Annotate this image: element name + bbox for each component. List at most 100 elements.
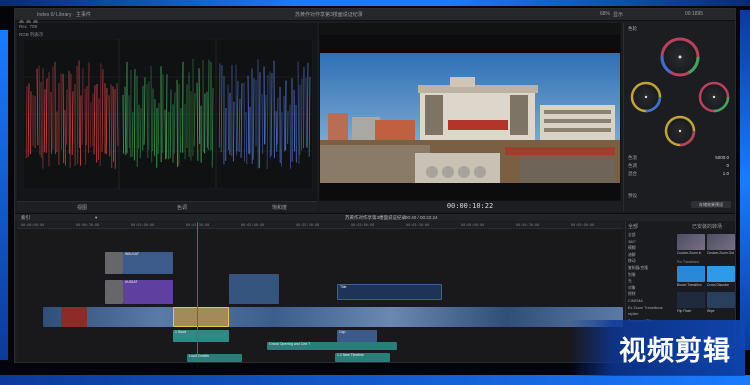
- timeline[interactable]: 00:00:00:0000:00:30:0000:01:00:0000:01:3…: [17, 222, 623, 362]
- transition-thumb[interactable]: [707, 266, 735, 282]
- color-inspector: 色轮 色温 5000.0 色调 0 混合 1.0 预设 存储效果预设: [623, 23, 735, 211]
- gap-clip[interactable]: [105, 252, 123, 274]
- audio-clip[interactable]: Grand Opening and Cntr 7: [267, 342, 397, 350]
- waveform-trace: [80, 95, 82, 166]
- scope-foot-mid: 色调: [177, 205, 188, 211]
- waveform-trace: [176, 79, 178, 168]
- clip-label: 1 Stunt: [175, 330, 187, 334]
- waveform-trace: [293, 89, 296, 152]
- browser-header-right[interactable]: 已安装的转场: [692, 223, 722, 230]
- waveform-trace: [164, 109, 167, 160]
- zoom-level[interactable]: 68%: [600, 11, 610, 17]
- audio-clip[interactable]: 1.2 New Timeline: [335, 353, 390, 362]
- category-item[interactable]: 移动: [626, 258, 676, 265]
- color-wheels[interactable]: [624, 31, 736, 151]
- thumb-label: Cross Dissolve: [707, 283, 729, 287]
- category-item[interactable]: 光: [626, 278, 676, 285]
- primary-storyline[interactable]: [43, 307, 623, 327]
- category-item[interactable]: 模糊: [626, 245, 676, 252]
- save-preset-button[interactable]: 存储效果预设: [691, 201, 731, 208]
- inspector-row-value[interactable]: 5000.0: [715, 155, 729, 160]
- audio-clip[interactable]: 1 Stunt: [173, 330, 229, 342]
- title-banner: 视频剪辑: [570, 320, 745, 376]
- midtones-wheel[interactable]: [664, 115, 696, 147]
- shadows-wheel[interactable]: [630, 81, 662, 113]
- gap-clip[interactable]: [105, 280, 123, 304]
- selected-clip[interactable]: [173, 307, 229, 327]
- ruler-mark: 00:03:30:00: [406, 223, 430, 227]
- audio-clip[interactable]: AUDIAT: [123, 280, 173, 304]
- browser-header-left[interactable]: 全部: [628, 223, 638, 230]
- frame-bottom-glow: [0, 375, 750, 385]
- video-clip[interactable]: [61, 307, 87, 327]
- transition-thumb[interactable]: [707, 234, 735, 250]
- timecode-display[interactable]: 00:00:10:22: [319, 201, 621, 211]
- waveform-trace: [154, 99, 156, 157]
- video-viewer[interactable]: 00:00:10:22: [319, 23, 621, 211]
- category-item[interactable]: 擦除: [626, 291, 676, 298]
- category-item[interactable]: 复制器/克隆: [626, 265, 676, 272]
- scope-foot-left: 视图: [77, 205, 88, 211]
- video-clip[interactable]: Cap: [337, 330, 377, 342]
- category-item[interactable]: CINEMA: [626, 298, 676, 305]
- category-item[interactable]: 全部: [626, 232, 676, 239]
- transition-thumb[interactable]: [677, 234, 705, 250]
- highlights-wheel[interactable]: [698, 81, 730, 113]
- display-menu[interactable]: 显示: [613, 11, 623, 18]
- thumb-label: Bloom Transition: [677, 283, 702, 287]
- waveform-trace: [232, 101, 235, 162]
- clip-label: Cap: [339, 330, 346, 334]
- waveform-trace: [180, 107, 182, 153]
- waveform-trace: [281, 112, 283, 167]
- inspector-row-value[interactable]: 0: [726, 163, 729, 168]
- ruler-mark: 00:05:00:00: [571, 223, 595, 227]
- clip-label: Grand Opening and Cntr 7: [269, 342, 311, 346]
- playhead[interactable]: [197, 222, 198, 362]
- title-bar: Index 0/ Library · 主事件 苏黄作对作享第3楼面说证纪录 68…: [15, 9, 735, 25]
- thumb-label: Flip Flash: [677, 309, 692, 313]
- index-button[interactable]: 索引: [21, 215, 30, 221]
- audio-clip[interactable]: Loud Credits: [187, 354, 242, 362]
- category-item[interactable]: 溶解: [626, 252, 676, 259]
- scope-header[interactable]: Rec. 709: [19, 24, 37, 29]
- category-item[interactable]: stylize: [626, 311, 676, 318]
- frame-left-glow: [0, 30, 8, 360]
- project-title: 苏黄作对作享第3楼面说证纪录: [295, 12, 363, 18]
- preset-label: 预设: [628, 193, 637, 198]
- scope-footer: 视图 色调 饱和度: [17, 201, 317, 211]
- title-clip[interactable]: Title: [337, 284, 442, 300]
- waveform-trace: [259, 72, 261, 168]
- category-item[interactable]: Ex Zoom Transitions: [626, 305, 676, 312]
- waveform-trace: [134, 69, 136, 161]
- master-wheel[interactable]: [660, 37, 700, 77]
- ruler-mark: 00:02:30:00: [296, 223, 320, 227]
- frame-right-glow: [740, 10, 750, 350]
- connected-clip[interactable]: WALKAT: [123, 252, 173, 274]
- timeline-toolbar: 索引 ▾ 苏黄作对作享第3楼面说证纪录 00:40 / 00:22:24: [15, 213, 735, 221]
- waveform-trace: [283, 96, 286, 152]
- video-clip[interactable]: [229, 274, 279, 304]
- waveform-trace: [235, 64, 237, 156]
- video-editor-window: Index 0/ Library · 主事件 苏黄作对作享第3楼面说证纪录 68…: [14, 8, 736, 363]
- ruler-mark: 00:00:00:00: [21, 223, 45, 227]
- category-item[interactable]: 对象: [626, 285, 676, 292]
- category-item[interactable]: 划像: [626, 272, 676, 279]
- banner-text: 视频剪辑: [619, 336, 731, 367]
- timeline-ruler[interactable]: 00:00:00:0000:00:30:0000:01:00:0000:01:3…: [17, 222, 623, 229]
- tools-menu[interactable]: ▾: [95, 215, 97, 221]
- ruler-mark: 00:02:00:00: [241, 223, 265, 227]
- waveform-trace: [122, 94, 124, 154]
- timeline-project-name: 苏黄作对作享第3楼面说证纪录: [345, 215, 407, 220]
- transition-thumb[interactable]: [707, 292, 735, 308]
- rgb-parade-scope: Rec. 709 RGB 列表示 视图 色调 饱和度: [17, 23, 317, 211]
- inspector-row-label: 混合: [628, 171, 637, 176]
- clip-label: 1.2 New Timeline: [337, 353, 364, 357]
- waveform-trace: [243, 82, 245, 162]
- inspector-row-value[interactable]: 1.0: [723, 171, 729, 176]
- waveform-trace: [112, 86, 115, 162]
- transition-thumb[interactable]: [677, 266, 705, 282]
- ruler-mark: 00:01:00:00: [131, 223, 155, 227]
- transition-thumb[interactable]: [677, 292, 705, 308]
- category-item[interactable]: 360°: [626, 239, 676, 246]
- ruler-mark: 00:04:30:00: [516, 223, 540, 227]
